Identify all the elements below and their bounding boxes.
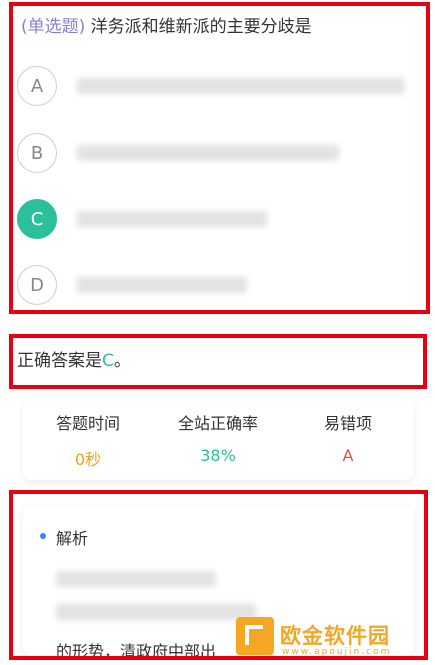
stat-time-label: 答题时间 <box>55 414 120 433</box>
highlight-frame-answer <box>9 334 427 389</box>
stat-correct-rate: 全站正确率 38% <box>153 410 283 465</box>
stat-wrong-label: 易错项 <box>323 414 372 433</box>
stat-time-value: 0秒 <box>74 450 102 469</box>
stat-wrong-option: 易错项 A <box>283 410 413 465</box>
highlight-frame-explanation <box>9 490 428 660</box>
stat-wrong-value: A <box>342 446 354 465</box>
highlight-frame-question <box>9 2 430 314</box>
stat-time: 答题时间 0秒 <box>23 410 153 470</box>
stat-rate-value: 38% <box>200 446 236 465</box>
stat-rate-label: 全站正确率 <box>177 414 258 433</box>
stats-card: 答题时间 0秒 全站正确率 38% 易错项 A <box>23 398 414 480</box>
